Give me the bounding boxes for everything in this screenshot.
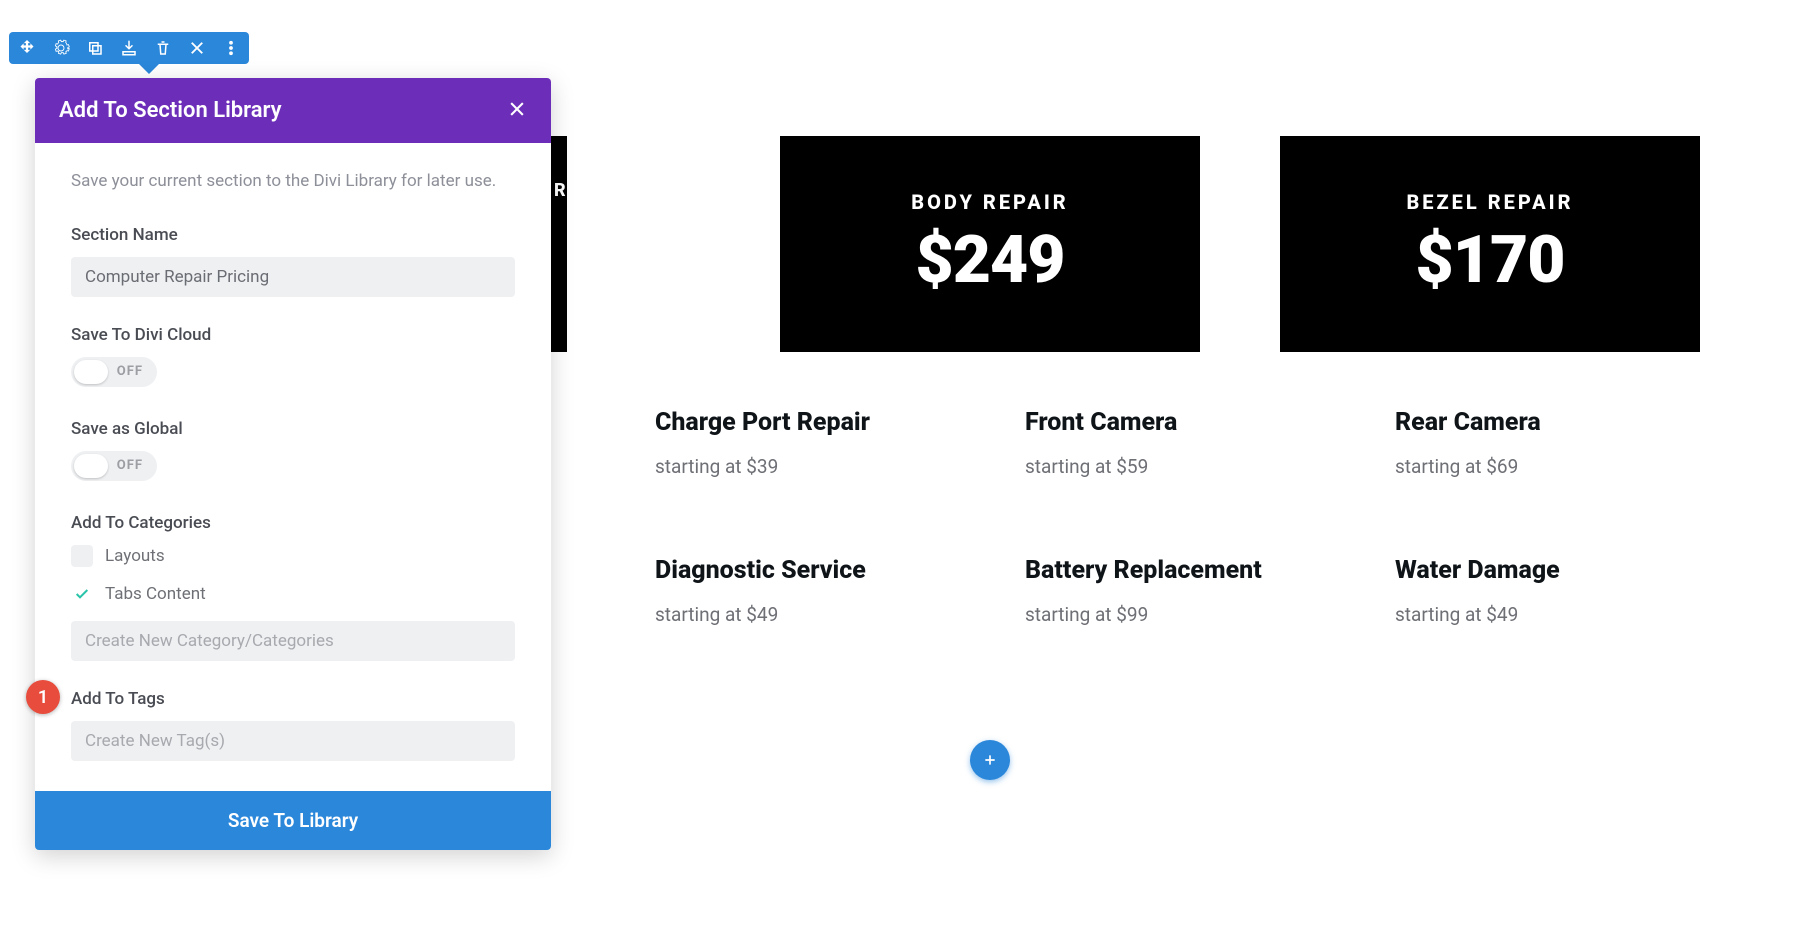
save-global-toggle[interactable]: OFF [71, 451, 157, 481]
close-icon[interactable] [187, 38, 207, 58]
service-item: Charge Port Repair starting at $39 [655, 408, 1025, 478]
categories-label: Add To Categories [71, 513, 515, 533]
pricing-cards-row: BODY REPAIR $249 BEZEL REPAIR $170 [780, 136, 1700, 352]
modal-header: Add To Section Library [35, 78, 551, 143]
new-tag-input[interactable] [71, 721, 515, 761]
category-label: Layouts [105, 546, 165, 566]
service-price: starting at $99 [1025, 603, 1395, 626]
category-item-tabs-content[interactable]: Tabs Content [71, 583, 515, 605]
gear-icon[interactable] [51, 38, 71, 58]
toggle-state: OFF [117, 364, 143, 379]
save-to-library-icon[interactable] [119, 38, 139, 58]
service-item: Battery Replacement starting at $99 [1025, 556, 1395, 626]
close-icon [507, 99, 527, 119]
more-icon[interactable] [221, 38, 241, 58]
section-toolbar [9, 32, 249, 64]
service-price: starting at $39 [655, 455, 1025, 478]
save-cloud-label: Save To Divi Cloud [71, 325, 515, 345]
pricing-card-title: BEZEL REPAIR [1406, 190, 1573, 214]
category-item-layouts[interactable]: Layouts [71, 545, 515, 567]
section-name-label: Section Name [71, 225, 515, 245]
pricing-card: BODY REPAIR $249 [780, 136, 1200, 352]
duplicate-icon[interactable] [85, 38, 105, 58]
checkbox-icon[interactable] [71, 545, 93, 567]
add-module-button[interactable] [970, 740, 1010, 780]
save-cloud-toggle[interactable]: OFF [71, 357, 157, 387]
pricing-card-title: BODY REPAIR [911, 190, 1068, 214]
tags-label: Add To Tags [71, 689, 515, 709]
service-price: starting at $59 [1025, 455, 1395, 478]
plus-icon [982, 752, 998, 768]
category-label: Tabs Content [105, 584, 206, 604]
service-title: Rear Camera [1395, 408, 1765, 437]
service-title: Water Damage [1395, 556, 1765, 585]
services-grid: Charge Port Repair starting at $39 Front… [655, 408, 1765, 626]
section-name-input[interactable] [71, 257, 515, 297]
service-price: starting at $69 [1395, 455, 1765, 478]
save-global-label: Save as Global [71, 419, 515, 439]
pricing-card-partial-title: R [554, 180, 568, 201]
modal-description: Save your current section to the Divi Li… [71, 169, 515, 195]
pricing-card-price: $249 [915, 222, 1064, 299]
trash-icon[interactable] [153, 38, 173, 58]
pricing-card-price: $170 [1415, 222, 1564, 299]
save-to-library-modal: Add To Section Library Save your current… [35, 78, 551, 850]
toolbar-pointer-icon [139, 64, 159, 74]
service-price: starting at $49 [655, 603, 1025, 626]
new-category-input[interactable] [71, 621, 515, 661]
modal-body: Save your current section to the Divi Li… [35, 143, 551, 791]
toggle-state: OFF [117, 458, 143, 473]
checkbox-checked-icon[interactable] [71, 583, 93, 605]
save-to-library-button[interactable]: Save To Library [35, 791, 551, 850]
toggle-knob-icon [74, 454, 108, 478]
annotation-badge: 1 [26, 680, 60, 714]
service-item: Water Damage starting at $49 [1395, 556, 1765, 626]
modal-close-button[interactable] [507, 99, 527, 123]
toggle-knob-icon [74, 360, 108, 384]
service-item: Rear Camera starting at $69 [1395, 408, 1765, 478]
service-title: Front Camera [1025, 408, 1395, 437]
service-price: starting at $49 [1395, 603, 1765, 626]
service-item: Diagnostic Service starting at $49 [655, 556, 1025, 626]
service-title: Charge Port Repair [655, 408, 1025, 437]
pricing-card: BEZEL REPAIR $170 [1280, 136, 1700, 352]
service-title: Battery Replacement [1025, 556, 1395, 585]
move-icon[interactable] [17, 38, 37, 58]
modal-title: Add To Section Library [59, 98, 282, 123]
service-item: Front Camera starting at $59 [1025, 408, 1395, 478]
service-title: Diagnostic Service [655, 556, 1025, 585]
categories-list: Layouts Tabs Content [71, 545, 515, 605]
